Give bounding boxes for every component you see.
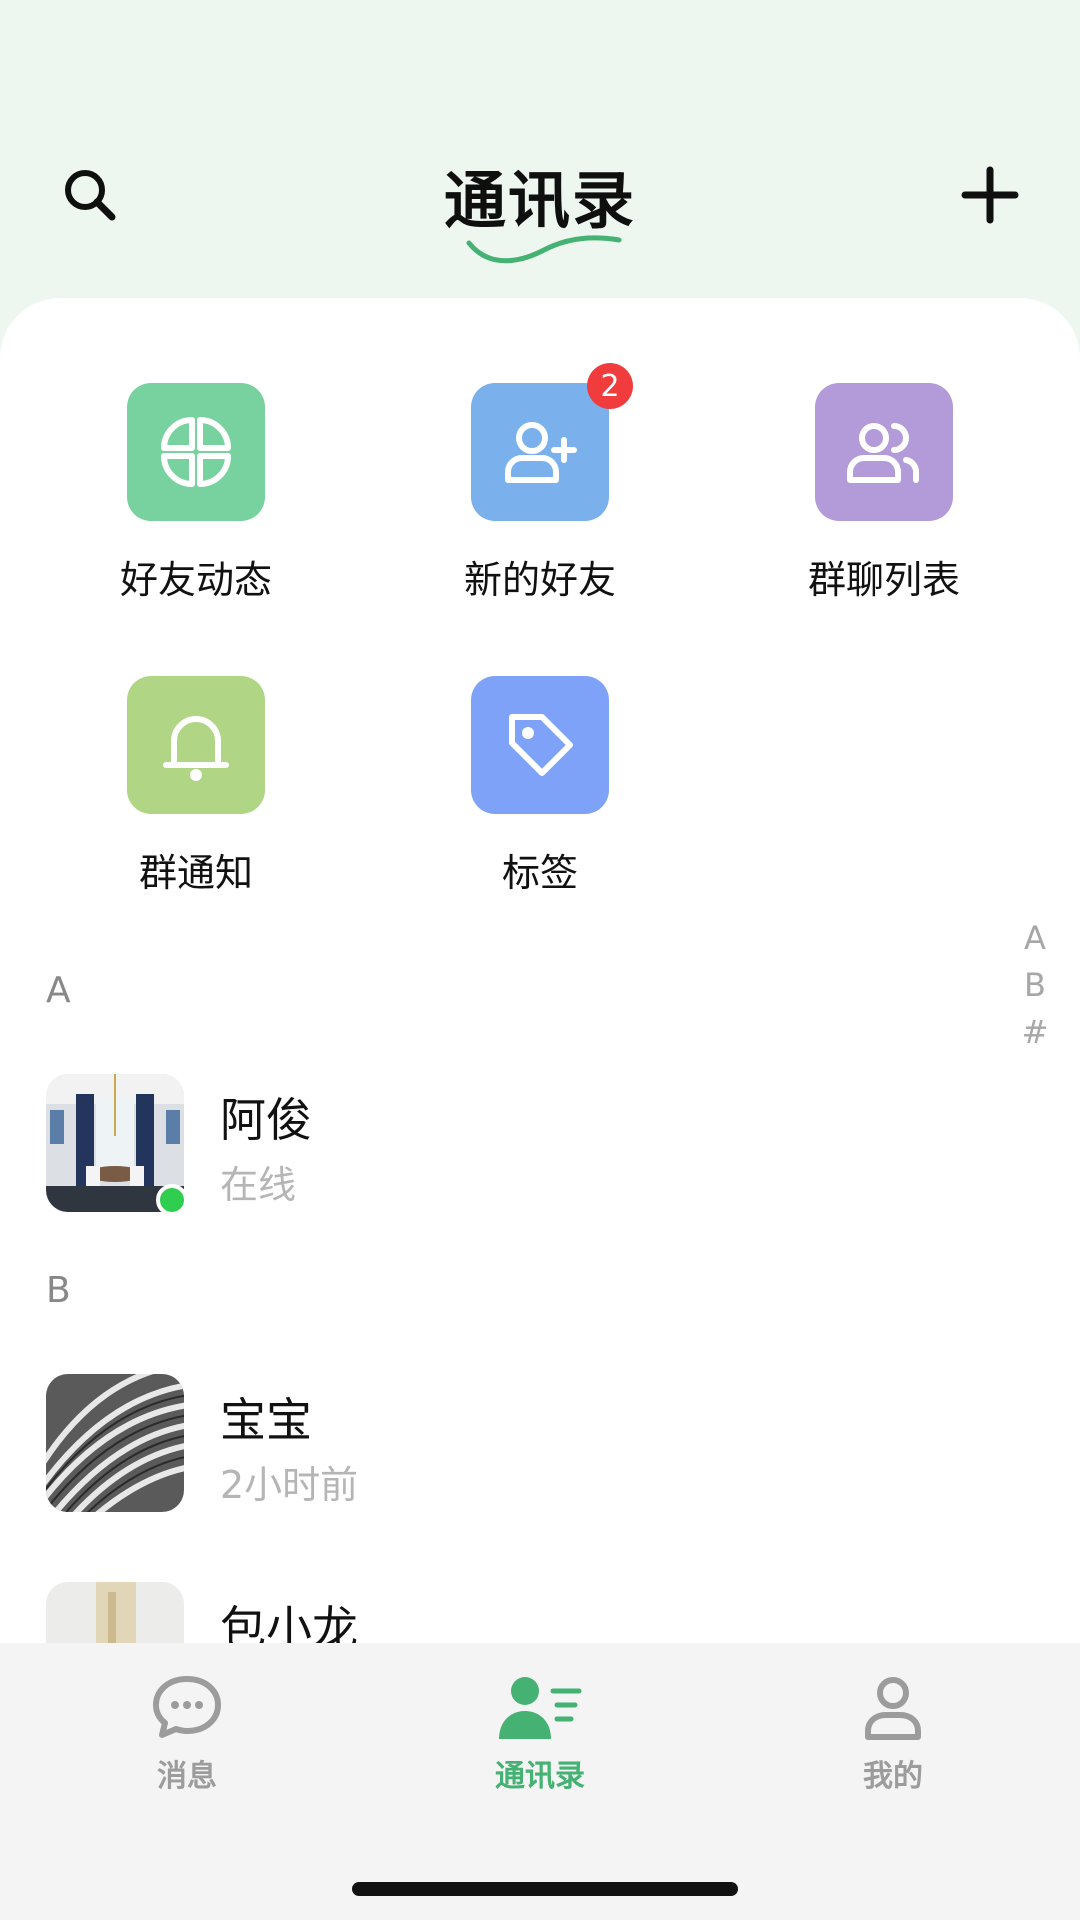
chat-icon xyxy=(153,1676,221,1738)
group-list-tile xyxy=(815,383,953,521)
contact-item[interactable]: 包小龙 xyxy=(46,1582,1006,1643)
shortcut-tags[interactable]: 标签 xyxy=(420,676,660,897)
new-friends-badge: 2 xyxy=(587,363,633,409)
tab-label: 消息 xyxy=(157,1759,217,1794)
index-letter-hash[interactable]: # xyxy=(1010,1009,1060,1056)
pinwheel-icon xyxy=(161,417,231,487)
index-letter-b[interactable]: B xyxy=(1010,962,1060,1009)
alphabet-index[interactable]: A B # xyxy=(1010,915,1060,1056)
tab-profile[interactable]: 我的 xyxy=(793,1673,993,1795)
contact-item[interactable]: 宝宝 2小时前 xyxy=(46,1374,1006,1514)
bell-icon xyxy=(163,716,229,781)
header: 通讯录 xyxy=(0,0,1080,300)
friend-moments-tile xyxy=(127,383,265,521)
contact-name: 阿俊 xyxy=(220,1093,312,1147)
tab-label: 通讯录 xyxy=(495,1759,585,1794)
tab-bar: 消息 通讯录 我的 xyxy=(0,1643,1080,1920)
contact-status: 2小时前 xyxy=(220,1463,359,1507)
shortcut-friend-moments[interactable]: 好友动态 xyxy=(76,383,316,604)
shortcut-group-list[interactable]: 群聊列表 xyxy=(764,383,1004,604)
home-indicator[interactable] xyxy=(352,1882,738,1896)
page-title: 通讯录 xyxy=(443,150,636,264)
users-icon xyxy=(847,423,919,483)
tab-contacts[interactable]: 通讯录 xyxy=(440,1673,640,1795)
shortcut-label: 新的好友 xyxy=(463,558,616,602)
shortcut-label: 群通知 xyxy=(138,851,253,895)
section-header-b: B xyxy=(46,1270,71,1311)
tag-icon xyxy=(509,714,573,776)
index-letter-a[interactable]: A xyxy=(1010,915,1060,962)
add-button[interactable] xyxy=(950,150,1030,240)
tab-label: 我的 xyxy=(863,1759,923,1794)
contact-name: 包小龙 xyxy=(220,1601,358,1643)
avatar xyxy=(46,1374,184,1512)
contact-item[interactable]: 阿俊 在线 xyxy=(46,1074,1006,1216)
group-notice-tile xyxy=(127,676,265,814)
shortcut-label: 标签 xyxy=(501,851,578,895)
tab-messages[interactable]: 消息 xyxy=(87,1673,287,1795)
profile-icon xyxy=(865,1677,921,1740)
shortcut-group-notice[interactable]: 群通知 xyxy=(76,676,316,897)
contacts-icon xyxy=(499,1677,582,1739)
tags-tile xyxy=(471,676,609,814)
avatar xyxy=(46,1582,184,1643)
contact-status: 在线 xyxy=(220,1163,297,1207)
add-user-icon xyxy=(505,422,577,483)
plus-icon xyxy=(961,166,1019,224)
contacts-sheet: 好友动态 2 新的好友 群聊列表 群通知 标签 A 阿俊 在线 B 宝宝 2小时… xyxy=(0,298,1080,1643)
page-title-text: 通讯录 xyxy=(443,164,636,237)
new-friends-tile: 2 xyxy=(471,363,633,521)
shortcut-label: 群聊列表 xyxy=(807,558,960,602)
shortcut-label: 好友动态 xyxy=(119,558,272,602)
section-header-a: A xyxy=(46,970,71,1011)
online-indicator xyxy=(156,1184,188,1216)
shortcut-new-friends[interactable]: 2 新的好友 xyxy=(420,363,660,604)
contact-name: 宝宝 xyxy=(220,1393,312,1447)
title-underline-decoration xyxy=(466,235,622,264)
